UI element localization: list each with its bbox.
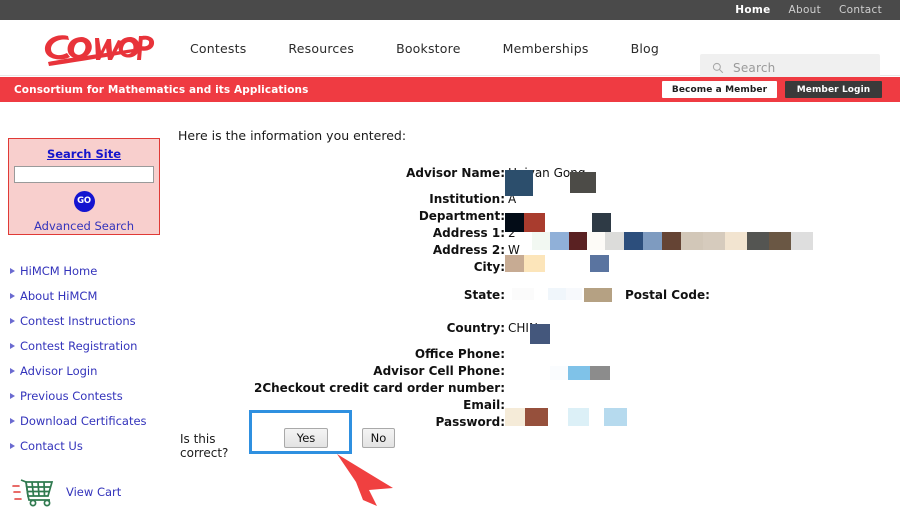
- field-label: Country:: [446, 321, 505, 335]
- field-row-city: City:: [0, 260, 720, 274]
- field-row-institution: Institution: A: [0, 192, 720, 206]
- field-row-advisor-name: Advisor Name: Haiyan Gong: [0, 166, 720, 180]
- postal-code-label: Postal Code:: [625, 288, 710, 302]
- redaction-block: [769, 232, 791, 250]
- redaction-block: [532, 232, 550, 250]
- sidebar-item-contact-us[interactable]: Contact Us: [6, 433, 170, 458]
- sidebar-item-label: Contact Us: [20, 438, 83, 453]
- header-search-placeholder: Search: [733, 60, 776, 75]
- intro-text: Here is the information you entered:: [178, 128, 407, 143]
- utility-nav-home[interactable]: Home: [735, 4, 770, 16]
- redaction-block: [566, 288, 582, 300]
- redaction-block: [747, 232, 769, 250]
- redaction-block: [568, 408, 589, 426]
- utility-nav-contact[interactable]: Contact: [839, 4, 882, 16]
- primary-nav: Contests Resources Bookstore Memberships…: [190, 20, 701, 76]
- nav-item-contests[interactable]: Contests: [190, 41, 246, 56]
- redaction-block: [505, 213, 524, 232]
- redaction-block: [505, 170, 533, 196]
- search-site-heading: Search Site: [46, 147, 122, 161]
- redaction-block: [791, 232, 813, 250]
- no-button[interactable]: No: [362, 428, 395, 448]
- field-row-2checkout-order-number: 2Checkout credit card order number:: [0, 381, 720, 395]
- field-label: Department:: [418, 209, 505, 223]
- field-row-department: Department:: [0, 209, 720, 223]
- redaction-block: [587, 232, 605, 250]
- field-label: Password:: [435, 415, 506, 429]
- comap-script-logo-icon: [44, 35, 155, 66]
- redaction-block: [584, 288, 612, 302]
- field-label: Advisor Cell Phone:: [373, 364, 505, 378]
- become-a-member-button[interactable]: Become a Member: [662, 81, 777, 98]
- nav-item-blog[interactable]: Blog: [631, 41, 659, 56]
- redaction-block: [512, 288, 534, 300]
- field-label: Address 1:: [432, 226, 505, 240]
- consortium-banner: Consortium for Mathematics and its Appli…: [0, 77, 900, 102]
- field-label: State:: [463, 288, 505, 302]
- redaction-block: [725, 232, 747, 250]
- redaction-block: [570, 172, 596, 193]
- utility-nav-bar: Home About Contact: [0, 0, 900, 20]
- redaction-block: [643, 232, 662, 250]
- redaction-block: [524, 255, 545, 272]
- redaction-block: [703, 232, 725, 250]
- page-root: Home About Contact Contests Resources Bo…: [0, 0, 900, 523]
- redaction-block: [524, 213, 545, 232]
- field-row-advisor-cell-phone: Advisor Cell Phone:: [0, 364, 720, 378]
- redaction-block: [604, 408, 627, 426]
- redaction-block: [505, 255, 524, 272]
- main-content: Here is the information you entered:: [178, 128, 898, 143]
- redaction-block: [525, 408, 548, 426]
- field-label: Advisor Name:: [406, 166, 505, 180]
- utility-nav-about[interactable]: About: [789, 4, 822, 16]
- redaction-block: [605, 232, 624, 250]
- redaction-block: [624, 232, 643, 250]
- bullet-arrow-icon: [10, 442, 15, 449]
- field-label: City:: [473, 260, 505, 274]
- field-label: Institution:: [429, 192, 505, 206]
- member-login-button[interactable]: Member Login: [785, 81, 882, 98]
- field-label: 2Checkout credit card order number:: [253, 381, 505, 395]
- redaction-block: [568, 366, 590, 380]
- nav-item-resources[interactable]: Resources: [288, 41, 354, 56]
- field-label: Email:: [463, 398, 505, 412]
- banner-title: Consortium for Mathematics and its Appli…: [14, 83, 309, 96]
- redaction-block: [662, 232, 681, 250]
- field-row-state: State: Postal Code:: [0, 288, 720, 302]
- redaction-block: [590, 255, 609, 272]
- view-cart-label: View Cart: [66, 485, 122, 499]
- field-row-office-phone: Office Phone:: [0, 347, 720, 361]
- field-label: Address 2:: [432, 243, 505, 257]
- redaction-block: [590, 366, 610, 380]
- field-label: Office Phone:: [414, 347, 505, 361]
- redaction-block: [550, 366, 568, 380]
- redaction-block: [548, 288, 566, 300]
- confirm-question: Is this correct?: [180, 432, 229, 460]
- redaction-block: [530, 324, 550, 344]
- comap-logo[interactable]: [38, 24, 158, 70]
- yes-button[interactable]: Yes: [284, 428, 328, 448]
- redaction-block: [505, 408, 525, 426]
- search-icon: [712, 62, 724, 73]
- cursor-arrow-icon: [337, 454, 393, 506]
- field-row-country: Country: CHIN: [0, 321, 720, 335]
- nav-item-bookstore[interactable]: Bookstore: [396, 41, 461, 56]
- redaction-block: [592, 213, 611, 232]
- redaction-block: [550, 232, 569, 250]
- redaction-block: [569, 232, 587, 250]
- redaction-block: [681, 232, 703, 250]
- view-cart-link[interactable]: View Cart: [12, 477, 121, 507]
- shopping-cart-icon: [12, 479, 54, 507]
- site-header: Contests Resources Bookstore Memberships…: [0, 20, 900, 81]
- nav-item-memberships[interactable]: Memberships: [503, 41, 589, 56]
